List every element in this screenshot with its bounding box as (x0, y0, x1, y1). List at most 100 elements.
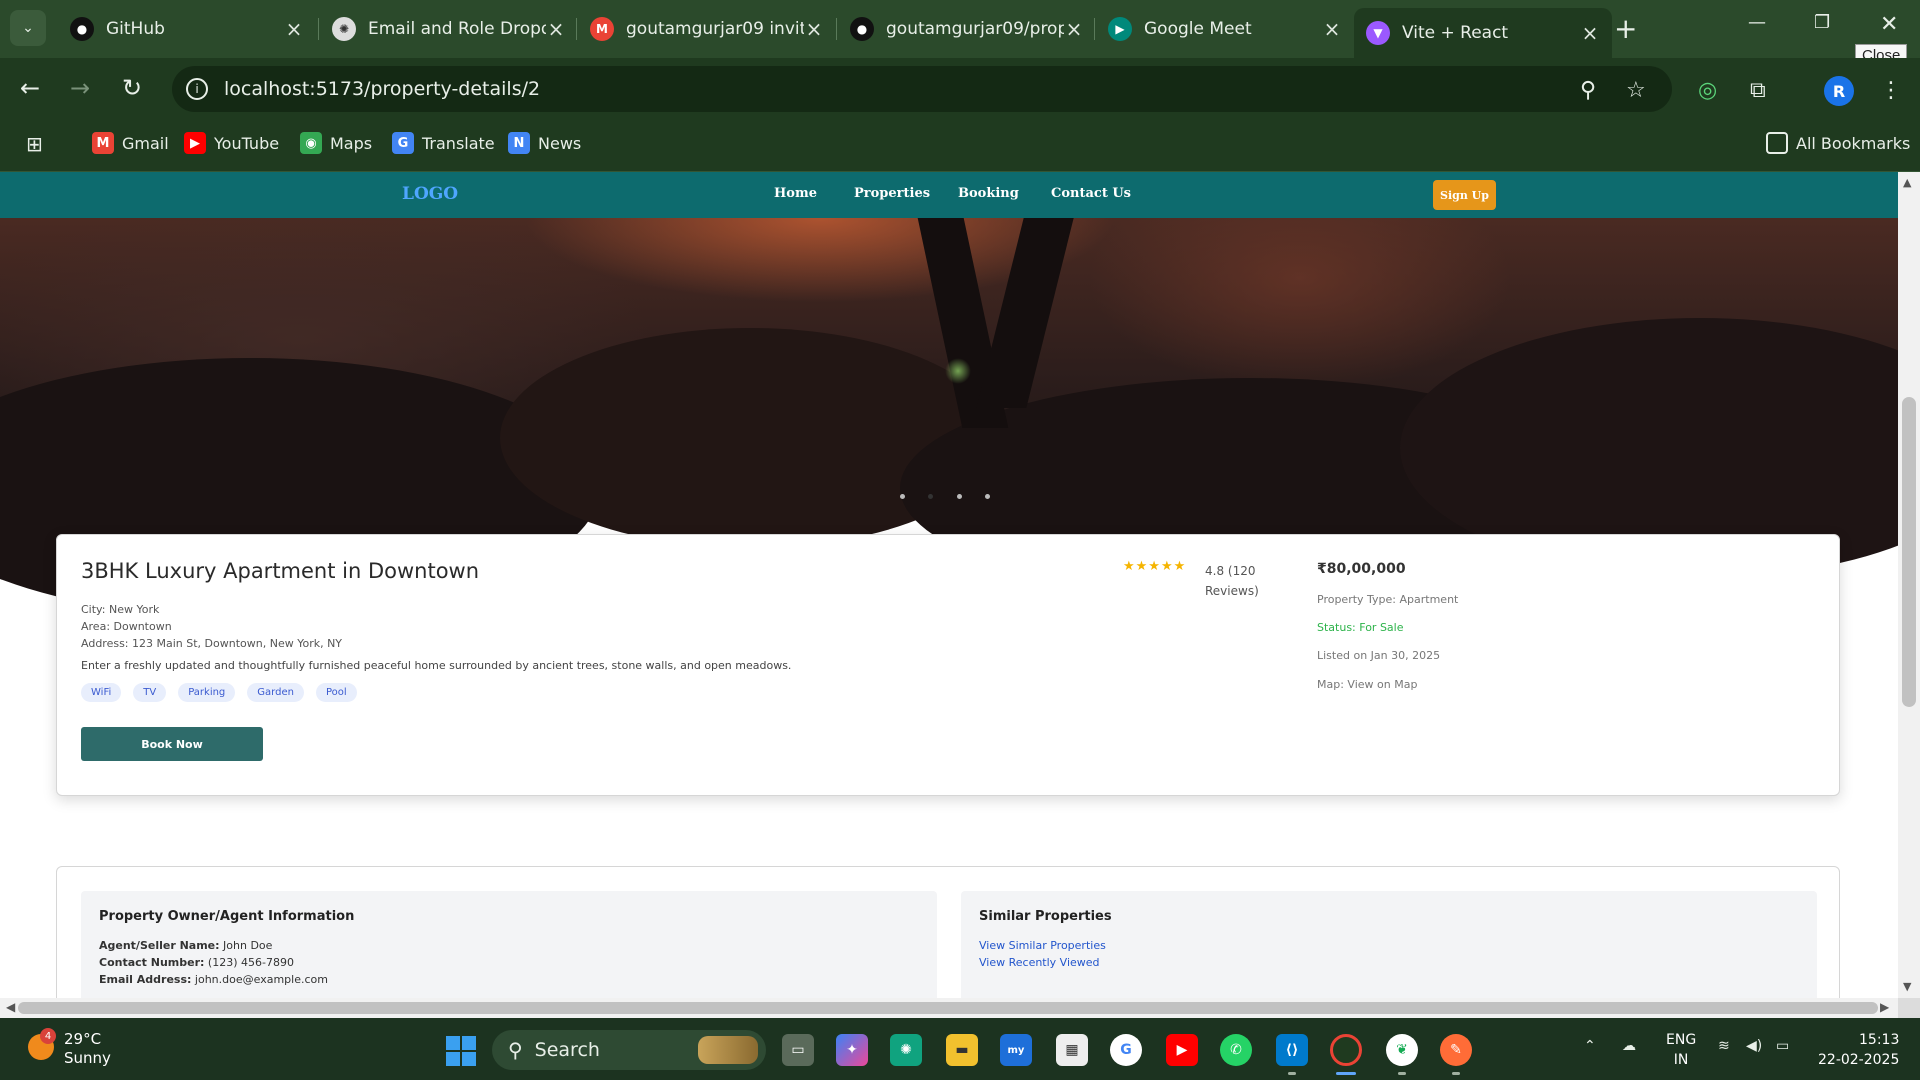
tab-search-button[interactable]: ⌄ (10, 10, 46, 46)
scroll-left-icon[interactable]: ◀ (6, 1000, 15, 1014)
copilot-icon[interactable]: ✦ (836, 1034, 868, 1066)
site-info-icon[interactable]: i (186, 78, 208, 100)
close-icon[interactable]: × (1580, 21, 1600, 45)
scroll-thumb[interactable] (1902, 397, 1916, 707)
weather-temp: 29°C (64, 1030, 102, 1048)
nav-properties[interactable]: Properties (854, 186, 930, 201)
taskbar-search[interactable]: ⚲ Search (492, 1030, 766, 1070)
task-view-icon[interactable]: ▭ (782, 1034, 814, 1066)
amenity-tag: Parking (178, 683, 236, 702)
vertical-scrollbar[interactable]: ▲ ▼ (1898, 172, 1920, 998)
postman-icon[interactable]: ✎ (1440, 1034, 1472, 1066)
contact-label: Contact Number: (99, 956, 205, 969)
book-now-button[interactable]: Book Now (81, 727, 263, 761)
menu-icon[interactable]: ⋮ (1880, 78, 1902, 103)
bookmark-youtube[interactable]: ▶ YouTube (184, 132, 279, 154)
site-logo[interactable]: LOGO (402, 184, 458, 204)
owner-info-heading: Property Owner/Agent Information (99, 909, 355, 924)
tab-email-role[interactable]: ✺ Email and Role Dropdo × (320, 8, 578, 50)
zoom-icon[interactable]: ⚲ (1580, 78, 1596, 103)
scroll-down-icon[interactable]: ▼ (1903, 980, 1911, 993)
bookmark-star-icon[interactable]: ☆ (1626, 78, 1646, 103)
property-area: Area: Downtown (81, 620, 172, 633)
tab-title: Email and Role Dropdo (368, 19, 546, 39)
carousel-dot[interactable] (984, 494, 990, 499)
similar-properties-heading: Similar Properties (979, 909, 1112, 924)
file-explorer-icon[interactable]: ▬ (946, 1034, 978, 1066)
youtube-icon[interactable]: ▶ (1166, 1034, 1198, 1066)
onedrive-icon[interactable]: ☁ (1622, 1038, 1636, 1054)
vite-icon: ▼ (1366, 21, 1390, 45)
amenity-tag: WiFi (81, 683, 122, 702)
nav-booking[interactable]: Booking (958, 186, 1019, 201)
whatsapp-icon[interactable]: ✆ (1220, 1034, 1252, 1066)
hero-carousel-image (0, 218, 1898, 618)
tab-github-repo[interactable]: ● goutamgurjar09/prope × (838, 8, 1096, 50)
property-card: 3BHK Luxury Apartment in Downtown City: … (56, 534, 1840, 796)
scroll-up-icon[interactable]: ▲ (1903, 176, 1911, 189)
mysql-icon[interactable]: my (1000, 1034, 1032, 1066)
amenity-tag: Garden (247, 683, 304, 702)
bookmark-label: YouTube (214, 133, 280, 153)
clock[interactable]: 15:13 22-02-2025 (1818, 1030, 1899, 1070)
bookmark-label: Gmail (122, 133, 169, 153)
back-button[interactable]: ← (20, 74, 40, 102)
sign-up-button[interactable]: Sign Up (1433, 180, 1496, 210)
view-recent-link[interactable]: View Recently Viewed (979, 956, 1100, 969)
language-indicator[interactable]: ENG IN (1666, 1030, 1696, 1070)
extensions-icon[interactable]: ⧉ (1750, 78, 1766, 103)
horizontal-scrollbar[interactable]: ◀ ▶ (0, 998, 1898, 1018)
extension-target-icon[interactable]: ◎ (1698, 78, 1717, 103)
volume-icon[interactable]: ◀) (1746, 1038, 1762, 1054)
wifi-icon[interactable]: ≋ (1718, 1038, 1730, 1054)
scroll-right-icon[interactable]: ▶ (1880, 1000, 1889, 1014)
view-similar-link[interactable]: View Similar Properties (979, 939, 1106, 952)
all-bookmarks[interactable]: All Bookmarks (1766, 132, 1910, 154)
battery-icon[interactable]: ▭ (1776, 1038, 1789, 1054)
maximize-button[interactable]: ❐ (1814, 12, 1830, 33)
google-icon[interactable]: G (1110, 1034, 1142, 1066)
close-icon[interactable]: × (1064, 17, 1084, 41)
bookmark-news[interactable]: N News (508, 132, 581, 154)
vscode-icon[interactable]: ⟨⟩ (1276, 1034, 1308, 1066)
window-close-button[interactable]: ✕ (1880, 12, 1898, 37)
close-icon[interactable]: × (804, 17, 824, 41)
scroll-thumb[interactable] (18, 1002, 1878, 1014)
minimize-button[interactable]: — (1748, 12, 1766, 33)
view-on-map-link[interactable]: Map: View on Map (1317, 678, 1417, 691)
nav-contact-us[interactable]: Contact Us (1051, 186, 1131, 201)
news-icon: N (508, 132, 530, 154)
microsoft-store-icon[interactable]: ▦ (1056, 1034, 1088, 1066)
chrome-icon[interactable] (1330, 1034, 1362, 1066)
carousel-dot[interactable] (928, 494, 934, 499)
tab-vite-react[interactable]: ▼ Vite + React × (1354, 8, 1612, 58)
close-icon[interactable]: × (1322, 17, 1342, 41)
mongodb-icon[interactable]: ❦ (1386, 1034, 1418, 1066)
tab-gmail[interactable]: M goutamgurjar09 invite × (578, 8, 836, 50)
reload-button[interactable]: ↻ (122, 74, 142, 102)
chatgpt-icon[interactable]: ✺ (890, 1034, 922, 1066)
property-type: Property Type: Apartment (1317, 593, 1459, 606)
apps-grid-icon[interactable]: ⊞ (26, 132, 43, 156)
tab-github[interactable]: ● GitHub × (58, 8, 316, 50)
close-icon[interactable]: × (546, 17, 566, 41)
windows-start-icon[interactable] (446, 1036, 476, 1066)
new-tab-button[interactable]: + (1614, 12, 1637, 45)
address-bar[interactable]: i localhost:5173/property-details/2 (172, 66, 1672, 112)
bookmark-gmail[interactable]: M Gmail (92, 132, 169, 154)
carousel-dot[interactable] (900, 494, 905, 499)
tab-google-meet[interactable]: ▶ Google Meet × (1096, 8, 1354, 50)
close-icon[interactable]: × (284, 17, 304, 41)
bookmark-translate[interactable]: G Translate (392, 132, 495, 154)
email-row: Email Address: john.doe@example.com (99, 973, 328, 986)
bookmark-maps[interactable]: ◉ Maps (300, 132, 372, 154)
carousel-dot[interactable] (956, 494, 962, 499)
property-city: City: New York (81, 603, 160, 616)
tab-divider (1094, 18, 1095, 40)
nav-home[interactable]: Home (774, 186, 817, 201)
forward-button[interactable]: → (70, 74, 90, 102)
chevron-up-icon[interactable]: ⌃ (1584, 1038, 1596, 1054)
weather-widget[interactable]: 29°C Sunny (64, 1030, 111, 1068)
carousel-dots (900, 494, 990, 499)
profile-avatar[interactable]: R (1824, 76, 1854, 106)
